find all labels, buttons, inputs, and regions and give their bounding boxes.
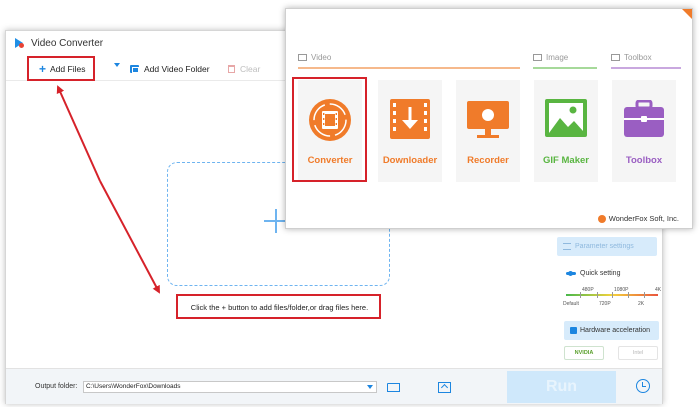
clear-button[interactable]: Clear xyxy=(228,60,260,78)
output-folder-label: Output folder: xyxy=(35,383,78,390)
quick-setting-row: Quick setting xyxy=(566,270,620,277)
screen-record-icon xyxy=(467,101,509,138)
quick-setting-label: Quick setting xyxy=(580,270,621,277)
plus-icon: + xyxy=(39,62,47,76)
quality-label-4k: 4K xyxy=(655,287,662,293)
tile-toolbox[interactable]: Toolbox xyxy=(612,80,676,182)
add-video-folder-label: Add Video Folder xyxy=(144,64,210,74)
add-files-label: Add Files xyxy=(50,64,86,74)
window-title: Video Converter xyxy=(31,37,104,49)
brand-label: WonderFox Soft, Inc. xyxy=(608,214,679,223)
section-toolbox-label: Toolbox xyxy=(624,53,652,62)
film-icon xyxy=(309,99,351,141)
image-section-icon xyxy=(533,54,542,61)
tile-converter-label: Converter xyxy=(307,155,353,166)
tile-downloader[interactable]: Downloader xyxy=(378,80,442,182)
quality-tick xyxy=(628,292,629,298)
export-folder-icon[interactable] xyxy=(438,382,451,393)
brand: WonderFox Soft, Inc. xyxy=(597,214,679,223)
add-files-button[interactable]: + Add Files xyxy=(39,60,85,78)
hardware-acceleration-label: Hardware acceleration xyxy=(580,327,651,334)
tile-gif-maker[interactable]: GIF Maker xyxy=(534,80,598,182)
tile-recorder-label: Recorder xyxy=(467,155,509,166)
corner-tag-icon xyxy=(682,9,692,19)
section-image-underline xyxy=(533,67,597,69)
add-video-folder-button[interactable]: Add Video Folder xyxy=(130,60,210,78)
image-icon xyxy=(545,99,587,137)
tile-downloader-label: Downloader xyxy=(382,155,438,166)
section-video-underline xyxy=(298,67,520,69)
checkbox-icon xyxy=(570,327,577,334)
slider-icon xyxy=(566,270,576,276)
section-toolbox-underline xyxy=(611,67,681,69)
wonderfox-logo-icon xyxy=(597,214,606,223)
add-files-dropdown-icon[interactable] xyxy=(114,63,120,67)
open-folder-icon[interactable] xyxy=(387,383,400,392)
output-path-dropdown-icon[interactable] xyxy=(367,385,373,389)
clear-label: Clear xyxy=(240,64,261,74)
parameter-settings-button[interactable]: Parameter settings xyxy=(557,237,657,256)
section-toolbox: Toolbox xyxy=(611,53,652,62)
intel-option[interactable]: Intel xyxy=(618,346,658,360)
tile-gif-maker-label: GIF Maker xyxy=(543,155,589,166)
section-image-label: Image xyxy=(546,53,569,62)
section-video-label: Video xyxy=(311,53,332,62)
quality-tick xyxy=(612,292,613,298)
toolbox-icon xyxy=(624,100,664,137)
parameter-settings-label: Parameter settings xyxy=(575,243,634,250)
quality-tick xyxy=(580,292,581,298)
drop-hint: Click the + button to add files/folder,o… xyxy=(190,303,369,312)
hardware-acceleration-toggle[interactable]: Hardware acceleration xyxy=(564,321,659,340)
settings-panel: Parameter settings Quick setting 480P 10… xyxy=(552,237,664,372)
quality-tick xyxy=(644,292,645,298)
quality-label-2k: 2K xyxy=(638,301,645,307)
quality-label-default: Default xyxy=(563,301,579,307)
settings-sliders-icon xyxy=(563,243,571,250)
run-button[interactable]: Run xyxy=(507,371,616,403)
launcher-panel: Video Image Toolbox Converter Downloader… xyxy=(285,8,693,229)
section-video: Video xyxy=(298,53,331,62)
quality-label-1080p: 1080P xyxy=(614,287,629,293)
quality-label-720p: 720P xyxy=(599,301,611,307)
folder-icon xyxy=(130,65,139,73)
section-image: Image xyxy=(533,53,568,62)
alarm-clock-icon[interactable] xyxy=(636,379,650,393)
bottom-bar: Output folder: C:\Users\WonderFox\Downlo… xyxy=(6,368,662,404)
video-section-icon xyxy=(298,54,307,61)
quality-label-480p: 480P xyxy=(582,287,594,293)
toolbox-section-icon xyxy=(611,54,620,61)
download-icon xyxy=(390,99,430,139)
output-folder-field[interactable]: C:\Users\WonderFox\Downloads xyxy=(83,381,377,393)
quality-tick xyxy=(597,292,598,298)
tile-toolbox-label: Toolbox xyxy=(625,155,663,166)
trash-icon xyxy=(228,65,235,73)
tile-converter[interactable]: Converter xyxy=(298,80,362,182)
tile-recorder[interactable]: Recorder xyxy=(456,80,520,182)
app-logo-icon xyxy=(14,37,26,49)
nvidia-option[interactable]: NVIDIA xyxy=(564,346,604,360)
